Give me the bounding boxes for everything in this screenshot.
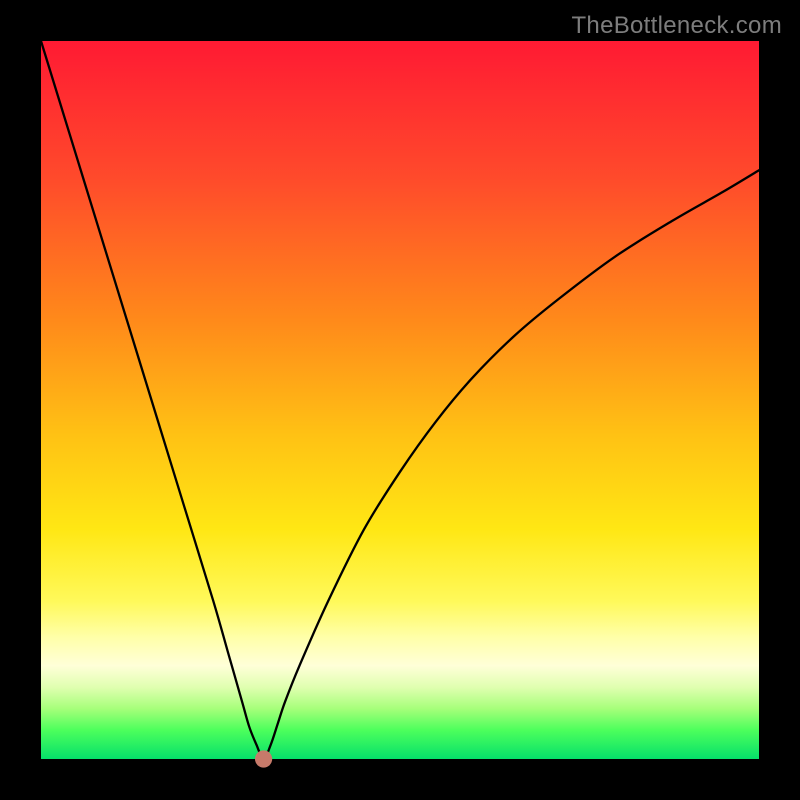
curve-layer [41,41,759,759]
chart-frame: TheBottleneck.com [0,0,800,800]
bottleneck-curve [41,41,759,759]
plot-area [41,41,759,759]
vertex-marker [255,750,272,767]
attribution-watermark: TheBottleneck.com [571,12,782,40]
